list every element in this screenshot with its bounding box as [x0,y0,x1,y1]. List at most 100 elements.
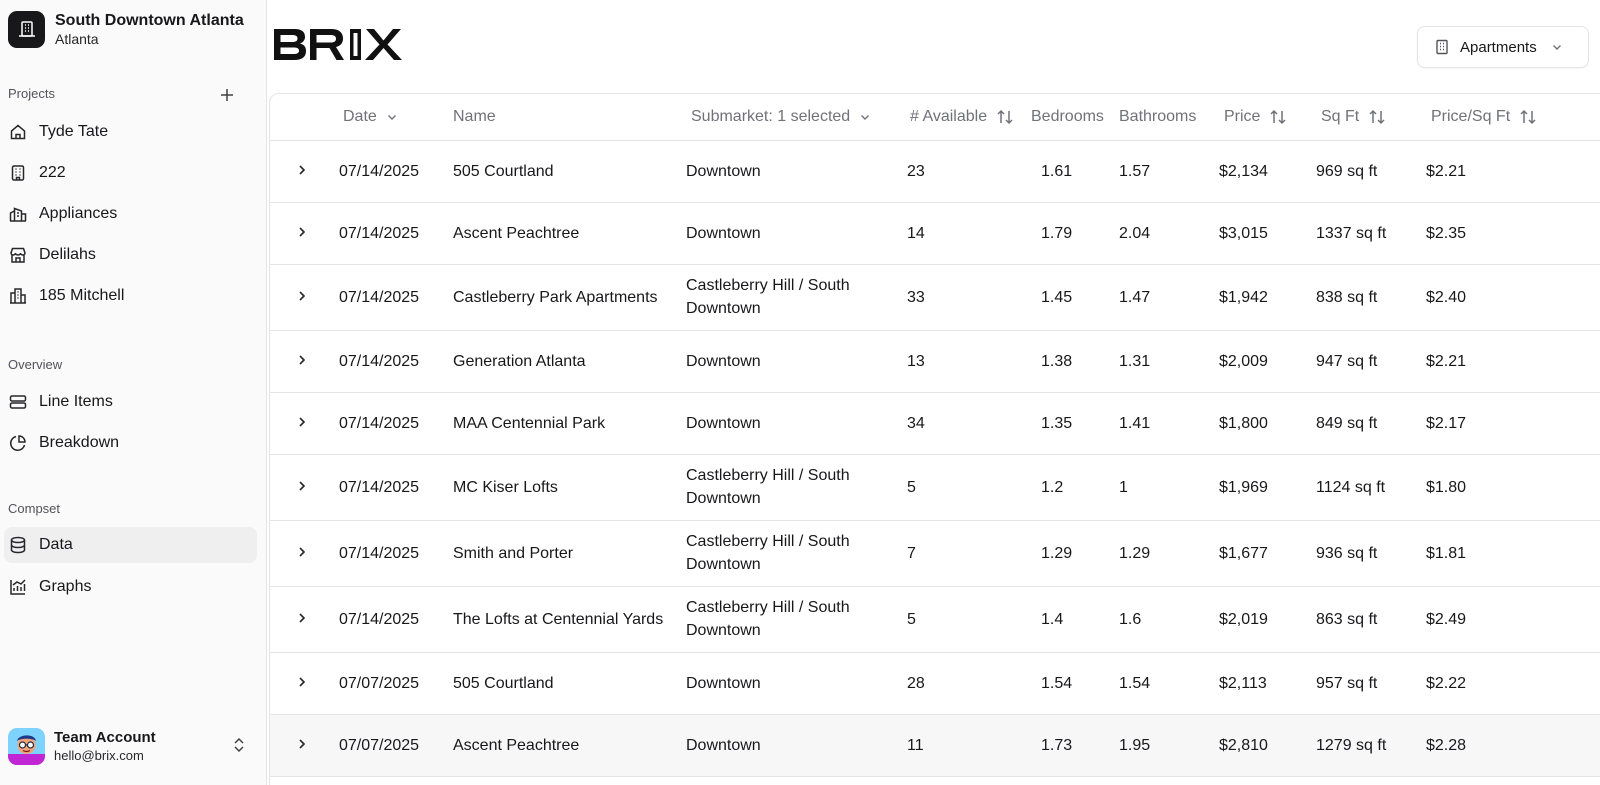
cell-sqft: 936 sq ft [1316,520,1426,587]
chevrons-up-down-icon [232,736,246,759]
cell-price-sqft: $2.49 [1426,586,1600,653]
cell-available: 34 [907,392,1031,455]
cell-name: Smith and Porter [450,520,686,587]
column-header-price-per-sqft[interactable]: Price/Sq Ft [1426,94,1600,141]
property-type-value: Apartments [1460,38,1537,56]
account-switcher[interactable]: Team Account hello@brix.com [8,725,258,767]
table-row[interactable]: 07/14/2025 The Lofts at Centennial Yards C… [270,586,1600,653]
sidebar-item-label: Graphs [39,578,92,595]
cell-price-sqft: $2.22 [1426,652,1600,715]
cell-bathrooms: 1.31 [1118,330,1219,393]
expand-row-button[interactable] [290,158,314,182]
column-header-bathrooms[interactable]: Bathrooms [1118,94,1219,141]
expand-row-button[interactable] [290,732,314,756]
sidebar-item-line-items[interactable]: Line Items [4,384,257,420]
expand-row-button[interactable] [290,474,314,498]
cell-price: $2,134 [1219,140,1316,203]
table-row[interactable]: 07/14/2025 MC Kiser Lofts Castleberry Hill… [270,454,1600,521]
column-header-submarket[interactable]: Submarket: 1 selected [686,94,907,141]
cell-name: Ascent Peachtree [450,714,686,777]
cell-submarket: Downtown [686,202,907,265]
cell-bathrooms: 1.54 [1118,652,1219,715]
expand-cell [270,652,335,715]
expand-row-button[interactable] [290,220,314,244]
sidebar-item-tyde-tate[interactable]: Tyde Tate [4,114,257,150]
cell-bedrooms: 1.4 [1031,586,1118,653]
cell-available: 33 [907,264,1031,331]
expand-row-button[interactable] [290,670,314,694]
sidebar-item-label: 185 Mitchell [39,287,125,304]
cell-price-sqft: $2.35 [1426,202,1600,265]
cell-date: 07/07/2025 [335,652,450,715]
expand-row-button[interactable] [290,348,314,372]
expand-row-button[interactable] [290,540,314,564]
expand-row-button[interactable] [290,410,314,434]
table-row[interactable]: 07/07/2025 Ascent Peachtree Downtown 11 1.73… [270,714,1600,777]
cell-date: 07/14/2025 [335,454,450,521]
column-header-available[interactable]: # Available [907,94,1031,141]
cell-name: Castleberry Park Apartments [450,264,686,331]
avatar [8,727,45,765]
chevron-down-icon [1551,41,1563,53]
column-header-price[interactable]: Price [1219,94,1316,141]
cell-submarket: Downtown [686,140,907,203]
cell-bedrooms: 1.61 [1031,140,1118,203]
cell-submarket: Downtown [686,652,907,715]
table-row[interactable]: 07/14/2025 Ascent Peachtree Downtown 14 1.79… [270,202,1600,265]
cell-available: 23 [907,140,1031,203]
table-row[interactable]: 07/14/2025 MAA Centennial Park Downtown 34 1… [270,392,1600,455]
table-row[interactable]: 07/14/2025 505 Courtland Downtown 23 1.61 1.5… [270,140,1600,203]
cell-sqft: 947 sq ft [1316,330,1426,393]
cell-bathrooms: 1.41 [1118,392,1219,455]
store-icon [9,246,27,264]
building-icon [1434,39,1450,55]
data-table-container: Date Name Submarket: 1 selected # Availa… [269,93,1600,785]
cell-available: 11 [907,714,1031,777]
property-type-select[interactable]: Apartments [1417,26,1589,68]
cell-price: $2,113 [1219,652,1316,715]
cell-submarket: Downtown [686,392,907,455]
sidebar-item-222[interactable]: 222 [4,155,257,191]
cell-price: $2,019 [1219,586,1316,653]
sidebar-item-breakdown[interactable]: Breakdown [4,425,257,461]
cell-price: $3,015 [1219,202,1316,265]
table-row[interactable]: 07/14/2025 Castleberry Park Apartments Cas… [270,264,1600,331]
sidebar-item-185-mitchell[interactable]: 185 Mitchell [4,278,257,314]
account-name: Team Account [54,729,156,746]
expand-row-button[interactable] [290,284,314,308]
add-project-button[interactable] [216,84,238,106]
table-header-row: Date Name Submarket: 1 selected # Availa… [270,94,1600,141]
sidebar-item-data[interactable]: Data [4,527,257,563]
sidebar-item-delilahs[interactable]: Delilahs [4,237,257,273]
cell-bedrooms: 1.2 [1031,454,1118,521]
cell-price: $1,677 [1219,520,1316,587]
column-header-sqft[interactable]: Sq Ft [1316,94,1426,141]
cell-bathrooms: 1.47 [1118,264,1219,331]
brix-logo [272,27,418,68]
table-row[interactable]: 07/07/2025 505 Courtland Downtown 28 1.54 1.5… [270,652,1600,715]
expand-row-button[interactable] [290,606,314,630]
table-row[interactable]: 07/14/2025 Smith and Porter Castleberry Hi… [270,520,1600,587]
sort-icon [1269,109,1287,125]
cell-date: 07/07/2025 [335,714,450,777]
sidebar-item-label: Breakdown [39,434,120,451]
sidebar-item-graphs[interactable]: Graphs [4,569,257,605]
sidebar-item-appliances[interactable]: Appliances [4,196,257,232]
cell-available: 5 [907,454,1031,521]
column-header-bedrooms[interactable]: Bedrooms [1031,94,1118,141]
cell-bathrooms: 1 [1118,454,1219,521]
sidebar: South Downtown Atlanta Atlanta Projects … [0,0,267,785]
column-header-date[interactable]: Date [335,94,450,141]
building-icon [8,10,45,48]
compset-section-label: Compset [8,501,61,516]
workspace-switcher[interactable]: South Downtown Atlanta Atlanta [8,9,258,49]
column-header-name[interactable]: Name [450,94,686,141]
cell-available: 28 [907,652,1031,715]
cell-name: MC Kiser Lofts [450,454,686,521]
table-row[interactable]: 07/14/2025 Generation Atlanta Downtown 13 1.… [270,330,1600,393]
cell-name: Generation Atlanta [450,330,686,393]
cell-date: 07/14/2025 [335,330,450,393]
plus-icon [221,89,233,101]
cell-bathrooms: 1.57 [1118,140,1219,203]
chevron-down-icon [859,111,871,123]
